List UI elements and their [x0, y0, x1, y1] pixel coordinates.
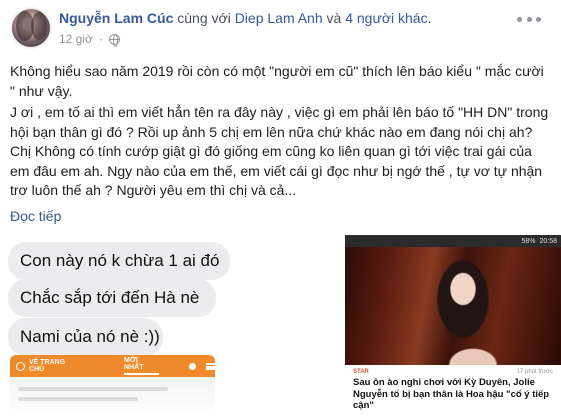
user-icon [189, 362, 197, 370]
app-home-label: VỀ TRANG CHỦ [28, 359, 66, 373]
news-photo [345, 247, 561, 365]
news-caption: STAR 17 phút trước Sau ồn ào nghi chơi v… [345, 365, 561, 418]
content-line [18, 387, 168, 391]
phone-status-bar: 58% 20:58 [345, 235, 561, 247]
read-more-link[interactable]: Đọc tiếp [10, 208, 61, 224]
post-header: Nguyễn Lam Cúc cùng với Diep Lam Anh và … [0, 0, 561, 56]
author-name[interactable]: Nguyễn Lam Cúc [59, 10, 173, 26]
chat-screenshot-image[interactable]: Con này nó k chừa 1 ai đó Chắc sắp tới đ… [0, 233, 342, 418]
app-newest-tab: MỚI NHẤT [124, 357, 160, 375]
caption-meta: STAR 17 phút trước [353, 369, 553, 375]
menu-icon [206, 362, 215, 370]
battery-level: 58% [521, 237, 536, 245]
bullet-separator: · [98, 32, 103, 46]
post-paragraph: J ơi , em tố ai thì em viết hẳn tên ra đ… [10, 104, 549, 198]
post-title-line: Nguyễn Lam Cúc cùng với Diep Lam Anh và … [59, 10, 431, 26]
post-paragraph: Không hiểu sao năm 2019 rồi còn có một "… [10, 63, 544, 99]
chat-bubble: Con này nó k chừa 1 ai đó [8, 242, 230, 280]
with-text: cùng với [173, 10, 235, 26]
app-nav-bar: VỀ TRANG CHỦ MỚI NHẤT [10, 355, 215, 377]
dot [526, 16, 532, 22]
others-link[interactable]: 4 người khác [345, 10, 427, 26]
news-title: Sau ồn ào nghi chơi với Kỳ Duyên, Jolie … [353, 377, 550, 411]
more-options-icon[interactable] [517, 12, 541, 26]
clock: 20:58 [539, 237, 557, 245]
globe-icon[interactable] [108, 33, 120, 47]
dot [536, 16, 541, 22]
chat-bubble: Chắc sắp tới đến Hà nè [8, 279, 216, 317]
app-content [10, 377, 215, 418]
period-text: . [427, 10, 432, 26]
dot [517, 16, 522, 22]
post-timestamp[interactable]: 12 giờ [59, 32, 93, 46]
home-icon [16, 361, 25, 371]
chat-bubble: Nami của nó nè :)) [8, 318, 163, 356]
and-text: và [322, 10, 346, 26]
tagged-person-link[interactable]: Diep Lam Anh [235, 10, 323, 26]
news-time: 17 phút trước [516, 369, 553, 375]
post-meta: 12 giờ · [59, 32, 120, 47]
post-body: Không hiểu sao năm 2019 rồi còn có một "… [10, 62, 550, 203]
content-line [18, 397, 138, 401]
author-avatar[interactable] [10, 7, 52, 49]
news-screenshot-image[interactable]: 58% 20:58 STAR 17 phút trước Sau ồn ào n… [345, 235, 561, 418]
app-screenshot: VỀ TRANG CHỦ MỚI NHẤT [10, 355, 215, 418]
news-tag: STAR [353, 369, 369, 375]
